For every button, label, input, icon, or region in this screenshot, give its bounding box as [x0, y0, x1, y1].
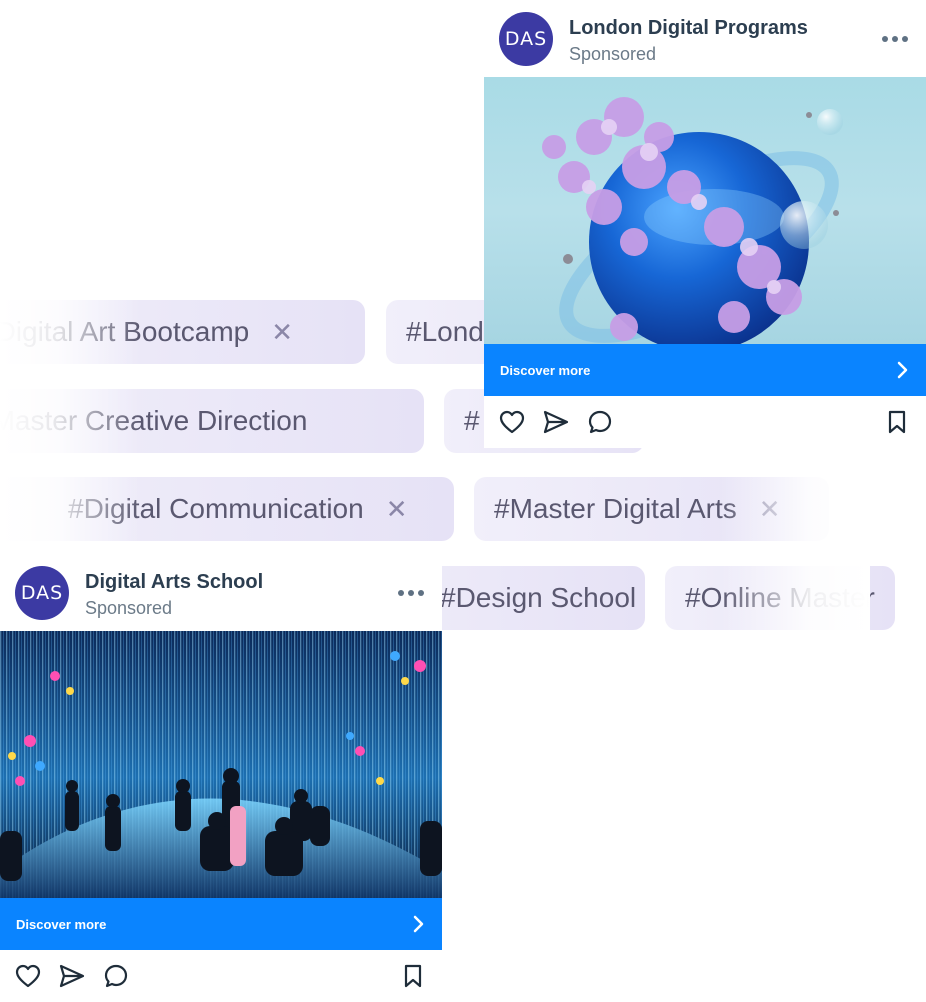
more-options-icon[interactable] [882, 36, 908, 42]
cta-label: Discover more [500, 362, 591, 378]
hashtag-chip-label: # [464, 405, 480, 436]
chevron-right-icon [413, 915, 424, 933]
post-actions [0, 950, 442, 1002]
close-icon[interactable]: ✕ [386, 494, 408, 525]
immersive-light-installation-image [0, 631, 442, 898]
bookmark-icon[interactable] [400, 963, 426, 989]
comment-icon[interactable] [103, 963, 129, 989]
sponsored-post-card: DAS London Digital Programs Sponsored Di… [484, 0, 926, 448]
chevron-right-icon [897, 361, 908, 379]
send-icon[interactable] [59, 963, 85, 989]
close-icon[interactable]: ✕ [271, 317, 293, 348]
send-icon[interactable] [543, 409, 569, 435]
post-actions [484, 396, 926, 448]
post-header: DAS Digital Arts School Sponsored [0, 554, 442, 631]
post-header: DAS London Digital Programs Sponsored [484, 0, 926, 77]
sponsored-label: Sponsored [85, 598, 173, 618]
discover-more-button[interactable]: Discover more [0, 898, 442, 950]
more-options-icon[interactable] [398, 590, 424, 596]
fade-overlay-right [720, 460, 870, 650]
post-image[interactable] [484, 77, 926, 344]
brand-name[interactable]: London Digital Programs [569, 17, 808, 40]
avatar[interactable]: DAS [15, 566, 69, 620]
cta-label: Discover more [16, 916, 107, 932]
avatar[interactable]: DAS [499, 12, 553, 66]
post-image[interactable] [0, 631, 442, 898]
hashtag-chip-label: #Master Digital Arts [494, 493, 737, 524]
heart-icon[interactable] [15, 963, 41, 989]
blue-sphere-with-flowers-image [542, 97, 843, 344]
sponsored-post-card: DAS Digital Arts School Sponsored Discov… [0, 554, 442, 1002]
sponsored-label: Sponsored [569, 44, 657, 64]
heart-icon[interactable] [499, 409, 525, 435]
hashtag-chip-label: #Design School [440, 582, 637, 613]
bookmark-icon[interactable] [884, 409, 910, 435]
comment-icon[interactable] [587, 409, 613, 435]
brand-name[interactable]: Digital Arts School [85, 571, 263, 594]
discover-more-button[interactable]: Discover more [484, 344, 926, 396]
